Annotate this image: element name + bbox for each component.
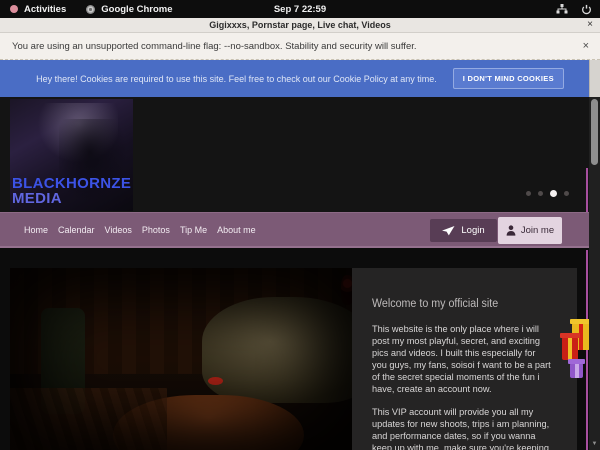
- scrollbar-upper-track[interactable]: [589, 60, 600, 97]
- nav-item-home[interactable]: Home: [24, 225, 48, 235]
- nav-item-videos[interactable]: Videos: [105, 225, 132, 235]
- carousel-dot[interactable]: [564, 191, 569, 196]
- network-icon[interactable]: [556, 4, 568, 14]
- hero-photo: [10, 268, 352, 450]
- flag-warning-bar: You are using an unsupported command-lin…: [0, 33, 600, 60]
- login-button[interactable]: Login: [430, 219, 497, 242]
- site-right-border: [586, 168, 588, 212]
- cookie-accept-button[interactable]: I DON'T MIND COOKIES: [453, 68, 564, 89]
- site-header: BLACKHORNZE MEDIA: [0, 97, 600, 212]
- cookie-message: Hey there! Cookies are required to use t…: [36, 74, 437, 84]
- system-tray: [556, 0, 592, 18]
- flag-warning-message: You are using an unsupported command-lin…: [12, 41, 417, 52]
- carousel-dot[interactable]: [538, 191, 543, 196]
- join-button-label: Join me: [521, 225, 554, 236]
- photo-vignette: [10, 268, 352, 450]
- power-icon[interactable]: [581, 4, 592, 15]
- join-person-icon: [506, 225, 516, 236]
- carousel-dot[interactable]: [526, 191, 531, 196]
- nav-item-tip-me[interactable]: Tip Me: [180, 225, 207, 235]
- screen: Activities Google Chrome Sep 7 22:59: [0, 0, 600, 450]
- scrollbar-down-arrow[interactable]: ▼: [589, 441, 600, 447]
- nav-menu: Home Calendar Videos Photos Tip Me About…: [24, 213, 256, 246]
- main-nav-bar: Home Calendar Videos Photos Tip Me About…: [0, 212, 600, 248]
- login-send-icon: [442, 226, 455, 236]
- welcome-panel: Welcome to my official site This website…: [352, 268, 577, 450]
- window-title-bar: Gigixxxs, Pornstar page, Live chat, Vide…: [0, 18, 600, 33]
- window-close-icon[interactable]: ×: [587, 19, 593, 30]
- system-top-bar: Activities Google Chrome Sep 7 22:59: [0, 0, 600, 18]
- join-me-button[interactable]: Join me: [498, 217, 562, 244]
- banner-carousel-dots: [526, 190, 569, 197]
- main-content: Welcome to my official site This website…: [0, 248, 600, 450]
- carousel-dot-active[interactable]: [550, 190, 557, 197]
- welcome-heading: Welcome to my official site: [372, 298, 563, 310]
- welcome-paragraph-2: This VIP account will provide you all my…: [372, 406, 551, 450]
- infobar-close-icon[interactable]: ×: [583, 40, 589, 52]
- window-title: Gigixxxs, Pornstar page, Live chat, Vide…: [209, 20, 390, 30]
- gift-box-purple-icon: [570, 363, 583, 378]
- site-logo[interactable]: BLACKHORNZE MEDIA: [12, 176, 131, 206]
- welcome-paragraph-1: This website is the only place where i w…: [372, 323, 551, 396]
- nav-item-about-me[interactable]: About me: [217, 225, 256, 235]
- clock[interactable]: Sep 7 22:59: [0, 4, 600, 15]
- login-button-label: Login: [461, 225, 484, 236]
- site-logo-line1: BLACKHORNZE: [12, 176, 131, 191]
- nav-item-calendar[interactable]: Calendar: [58, 225, 95, 235]
- nav-item-photos[interactable]: Photos: [142, 225, 170, 235]
- cookie-consent-bar: Hey there! Cookies are required to use t…: [0, 60, 600, 97]
- gift-box-red-icon: [562, 337, 578, 360]
- site-logo-line2: MEDIA: [12, 191, 131, 206]
- scrollbar-thumb[interactable]: [591, 99, 598, 165]
- header-banner-image: BLACKHORNZE MEDIA: [10, 99, 133, 211]
- scrollbar[interactable]: ▼: [589, 97, 600, 450]
